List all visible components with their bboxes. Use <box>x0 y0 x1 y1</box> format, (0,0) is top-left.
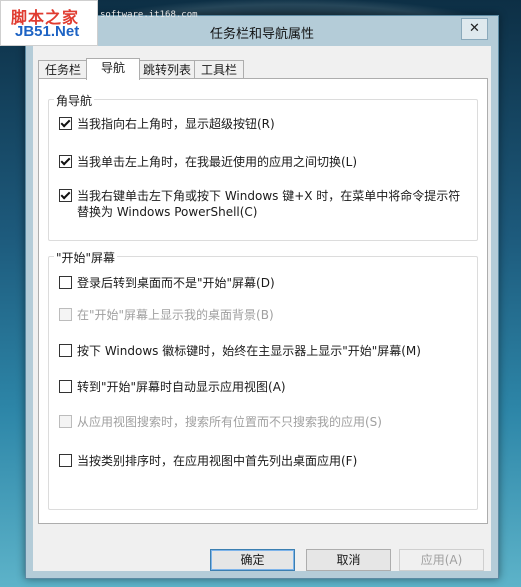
tab-navigation[interactable]: 导航 <box>86 58 140 80</box>
logo-text-bottom: JB51.Net <box>15 23 80 40</box>
corner-navigation-group: 角导航 当我指向右上角时，显示超级按钮(R) 当我单击左上角时，在我最近使用的应… <box>48 92 478 241</box>
checkbox-list-desktop-apps-first[interactable] <box>59 454 72 467</box>
label-boot-to-desktop: 登录后转到桌面而不是"开始"屏幕(D) <box>77 276 275 290</box>
option-show-charms[interactable]: 当我指向右上角时，显示超级按钮(R) <box>59 116 467 132</box>
label-powershell-line1: 当我右键单击左下角或按下 Windows 键+X 时，在菜单中将命令提示符 <box>77 189 461 203</box>
option-switch-recent-apps[interactable]: 当我单击左上角时，在我最近使用的应用之间切换(L) <box>59 154 467 170</box>
label-search-everywhere: 从应用视图搜索时，搜索所有位置而不只搜索我的应用(S) <box>77 415 382 429</box>
option-list-desktop-apps-first[interactable]: 当按类别排序时，在应用视图中首先列出桌面应用(F) <box>59 453 467 469</box>
option-boot-to-desktop[interactable]: 登录后转到桌面而不是"开始"屏幕(D) <box>59 275 467 291</box>
checkbox-powershell[interactable] <box>59 189 72 202</box>
group-title-corner-navigation: 角导航 <box>54 92 95 109</box>
option-show-apps-view[interactable]: 转到"开始"屏幕时自动显示应用视图(A) <box>59 379 467 395</box>
checkbox-show-charms[interactable] <box>59 117 72 130</box>
close-button[interactable]: ✕ <box>461 18 488 40</box>
option-start-on-main-display[interactable]: 按下 Windows 徽标键时，始终在主显示器上显示"开始"屏幕(M) <box>59 343 467 359</box>
checkbox-search-everywhere <box>59 415 72 428</box>
apply-button: 应用(A) <box>399 549 484 571</box>
properties-dialog: 任务栏和导航属性 ✕ 任务栏 导航 跳转列表 工具栏 角导航 当我指向右上角时，… <box>25 15 499 579</box>
start-screen-group: "开始"屏幕 登录后转到桌面而不是"开始"屏幕(D) 在"开始"屏幕上显示我的桌… <box>48 249 478 510</box>
checkbox-start-on-main-display[interactable] <box>59 344 72 357</box>
label-desktop-background: 在"开始"屏幕上显示我的桌面背景(B) <box>77 308 274 322</box>
site-logo-watermark: 脚本之家 JB51.Net <box>0 0 98 46</box>
close-icon: ✕ <box>469 21 480 36</box>
tab-jump-lists[interactable]: 跳转列表 <box>138 60 196 79</box>
option-search-everywhere: 从应用视图搜索时，搜索所有位置而不只搜索我的应用(S) <box>59 414 467 430</box>
checkbox-show-apps-view[interactable] <box>59 380 72 393</box>
label-show-charms: 当我指向右上角时，显示超级按钮(R) <box>77 117 275 131</box>
dialog-client-area: 任务栏 导航 跳转列表 工具栏 角导航 当我指向右上角时，显示超级按钮(R) 当… <box>33 46 491 571</box>
cancel-button[interactable]: 取消 <box>306 549 391 571</box>
label-switch-recent-apps: 当我单击左上角时，在我最近使用的应用之间切换(L) <box>77 155 358 169</box>
ok-button[interactable]: 确定 <box>210 549 295 571</box>
checkbox-switch-recent-apps[interactable] <box>59 155 72 168</box>
checkbox-boot-to-desktop[interactable] <box>59 276 72 289</box>
label-powershell-line2: 替换为 Windows PowerShell(C) <box>77 205 258 219</box>
navigation-tab-panel: 角导航 当我指向右上角时，显示超级按钮(R) 当我单击左上角时，在我最近使用的应… <box>38 78 488 524</box>
checkbox-desktop-background <box>59 308 72 321</box>
option-desktop-background: 在"开始"屏幕上显示我的桌面背景(B) <box>59 307 467 323</box>
label-powershell: 当我右键单击左下角或按下 Windows 键+X 时，在菜单中将命令提示符 替换… <box>77 188 460 220</box>
watermark-url: software.it168.com <box>100 10 198 20</box>
label-list-desktop-apps-first: 当按类别排序时，在应用视图中首先列出桌面应用(F) <box>77 454 358 468</box>
label-start-on-main-display: 按下 Windows 徽标键时，始终在主显示器上显示"开始"屏幕(M) <box>77 344 421 358</box>
option-powershell[interactable]: 当我右键单击左下角或按下 Windows 键+X 时，在菜单中将命令提示符 替换… <box>59 188 467 220</box>
label-show-apps-view: 转到"开始"屏幕时自动显示应用视图(A) <box>77 380 286 394</box>
tab-taskbar[interactable]: 任务栏 <box>38 60 88 79</box>
tab-toolbars[interactable]: 工具栏 <box>194 60 244 79</box>
group-title-start-screen: "开始"屏幕 <box>54 249 118 266</box>
